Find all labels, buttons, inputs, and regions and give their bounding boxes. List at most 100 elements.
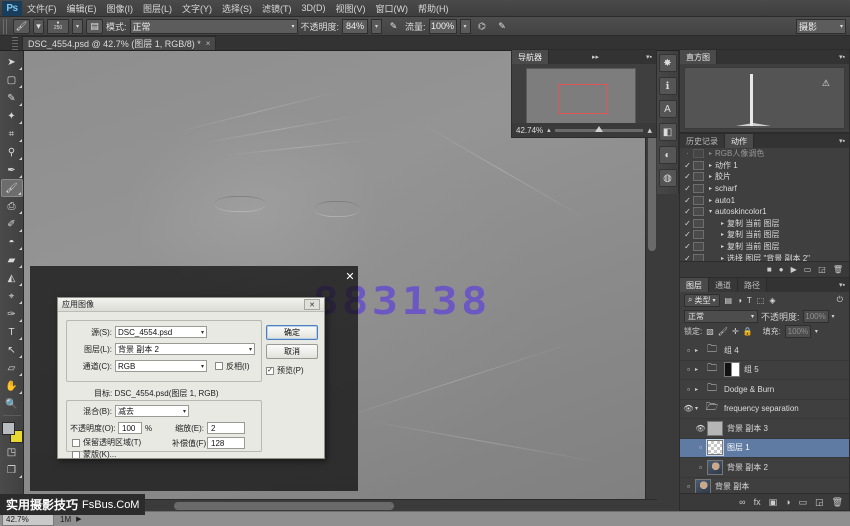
opacity-stepper[interactable]: ▾ [371,19,382,34]
marquee-tool[interactable]: ▢ [1,71,23,89]
layer-visibility-icon[interactable]: 👁 [694,424,707,433]
quick-mask-toggle[interactable]: ◳ [1,443,23,461]
pen-tool[interactable]: ✑ [1,305,23,323]
action-modal-icon[interactable] [693,219,704,228]
dialog-title-bar[interactable]: 应用图像 ✕ [58,298,324,312]
styles-icon[interactable]: ◍ [659,169,677,187]
action-row[interactable]: ✓ ▸ 选择 图层 "背景 副本 2" [680,252,849,261]
dialog-overlay-close-icon[interactable]: ✕ [343,269,357,283]
brush-size-preview[interactable]: ● 250 [47,19,69,34]
eyedropper-tool[interactable]: ⚲ [1,143,23,161]
shape-tool[interactable]: ▱ [1,359,23,377]
lock-transparency-icon[interactable]: ▨ [706,327,714,336]
layer-thumbnail[interactable] [707,440,723,455]
blend-mode-select[interactable]: 正常 ▾ [130,19,298,34]
action-modal-icon[interactable] [693,149,704,158]
action-modal-icon[interactable] [693,196,704,205]
layer-row[interactable]: ▫ ▸ 🗀 组 4 [680,341,849,361]
histogram-icon[interactable]: ✸ [659,54,677,72]
lock-position-icon[interactable]: ✛ [732,327,739,336]
new-action-icon[interactable]: ◲ [818,265,826,274]
action-row[interactable]: ✓ ▾ autoskincolor1 [680,206,849,218]
eraser-tool[interactable]: ◓ [1,233,23,251]
source-select[interactable]: DSC_4554.psd ▾ [115,326,207,338]
menu-item-image[interactable]: 图像(I) [102,0,139,17]
actions-menu-icon[interactable]: ▾▪ [835,134,849,148]
layer-visibility-icon[interactable]: ▫ [682,346,695,355]
gradient-tool[interactable]: ▰ [1,251,23,269]
brush-tool-icon[interactable]: 🖌 [13,19,30,34]
layer-select[interactable]: 背景 副本 2 ▾ [115,343,255,355]
action-toggle-icon[interactable]: ✓ [682,184,693,193]
stop-action-icon[interactable]: ■ [767,265,772,274]
navigator-zoom-slider[interactable] [555,129,644,132]
history-brush-tool[interactable]: ✐ [1,215,23,233]
layer-list[interactable]: ▫ ▸ 🗀 组 4 ▫ ▸ 🗀 组 5 ▫ ▸ 🗀 Dodge & Burn [680,341,849,493]
action-toggle-icon[interactable]: ✓ [682,219,693,228]
layer-style-icon[interactable]: fx [754,497,761,507]
layer-blend-mode-select[interactable]: 正常 ▾ [684,310,758,323]
dialog-close-button[interactable]: ✕ [304,299,320,310]
layer-row-selected[interactable]: ▫ 图层 1 [680,439,849,459]
scale-input[interactable]: 2 [207,422,245,434]
layer-row[interactable]: ▫ 背景 副本 [680,478,849,494]
layer-row[interactable]: ▫ ▸ 🗀 组 5 [680,361,849,381]
layer-row[interactable]: 👁 背景 副本 3 [680,419,849,439]
workspace-select[interactable]: 摄影 ▾ [796,19,846,34]
flow-input[interactable]: 100% [429,19,457,34]
blur-tool[interactable]: ◭ [1,269,23,287]
action-modal-icon[interactable] [693,230,704,239]
dodge-tool[interactable]: ⌖ [1,287,23,305]
action-modal-icon[interactable] [693,207,704,216]
filter-adjustment-icon[interactable]: ◑ [737,296,742,305]
record-action-icon[interactable]: ● [779,265,784,274]
zoom-out-icon[interactable]: ▴ [547,126,551,134]
status-menu-arrow-icon[interactable]: ▶ [76,515,81,523]
tab-layers[interactable]: 图层 [680,278,709,292]
character-icon[interactable]: A [659,100,677,118]
ok-button[interactable]: 确定 [266,325,318,340]
adjustments-icon[interactable]: ◐ [659,146,677,164]
tab-channels[interactable]: 通道 [709,278,738,292]
action-modal-icon[interactable] [693,161,704,170]
action-modal-icon[interactable] [693,254,704,261]
clone-stamp-tool[interactable]: ⎙ [1,197,23,215]
new-group-icon[interactable]: ▭ [799,497,808,508]
filter-shape-icon[interactable]: ⬚ [757,296,765,305]
quick-selection-tool[interactable]: ✦ [1,107,23,125]
crop-tool[interactable]: ⌗ [1,125,23,143]
layer-visibility-icon[interactable]: ▫ [682,365,695,374]
screen-mode-toggle[interactable]: ❐ [1,461,23,479]
action-toggle-icon[interactable]: ✓ [682,230,693,239]
flow-pressure-icon[interactable]: ✎ [494,19,511,34]
menu-item-view[interactable]: 视图(V) [331,0,371,17]
layer-thumbnail[interactable] [707,421,723,436]
chevron-right-icon[interactable]: ▸ [718,231,727,238]
filter-type-icon[interactable]: T [747,296,752,305]
action-toggle-icon[interactable]: ✓ [682,172,693,181]
flow-stepper[interactable]: ▾ [460,19,471,34]
layer-visibility-icon[interactable]: ▫ [694,443,707,452]
zoom-tool[interactable]: 🔍 [1,395,23,413]
airbrush-icon[interactable]: ⌬ [474,19,491,34]
link-layers-icon[interactable]: ∞ [739,497,745,507]
chevron-right-icon[interactable]: ▸ [718,220,727,227]
action-toggle-icon[interactable]: ✓ [682,196,693,205]
layer-mask-thumbnail[interactable] [724,362,740,377]
histogram-menu-icon[interactable]: ▾▪ [835,50,849,64]
filter-smart-icon[interactable]: ◈ [769,296,775,305]
chevron-right-icon[interactable]: ▸ [718,243,727,250]
layer-visibility-icon[interactable]: ▫ [682,482,695,491]
hand-tool[interactable]: ✋ [1,377,23,395]
preserve-transparency-checkbox[interactable]: 保留透明区域(T) [72,437,141,448]
action-row[interactable]: ✓ ▸ 动作 1 [680,160,849,172]
type-tool[interactable]: T [1,323,23,341]
scrollbar-thumb[interactable] [174,502,394,510]
adjustment-layer-icon[interactable]: ◑ [785,497,790,507]
layer-row[interactable]: ▫ 背景 副本 2 [680,458,849,478]
mask-checkbox[interactable]: 蒙版(K)... [72,449,116,460]
menu-item-window[interactable]: 窗口(W) [371,0,414,17]
blend-select[interactable]: 减去 ▾ [115,405,189,417]
path-selection-tool[interactable]: ↖ [1,341,23,359]
action-row[interactable]: ✓ ▸ 复制 当前 图层 [680,229,849,241]
